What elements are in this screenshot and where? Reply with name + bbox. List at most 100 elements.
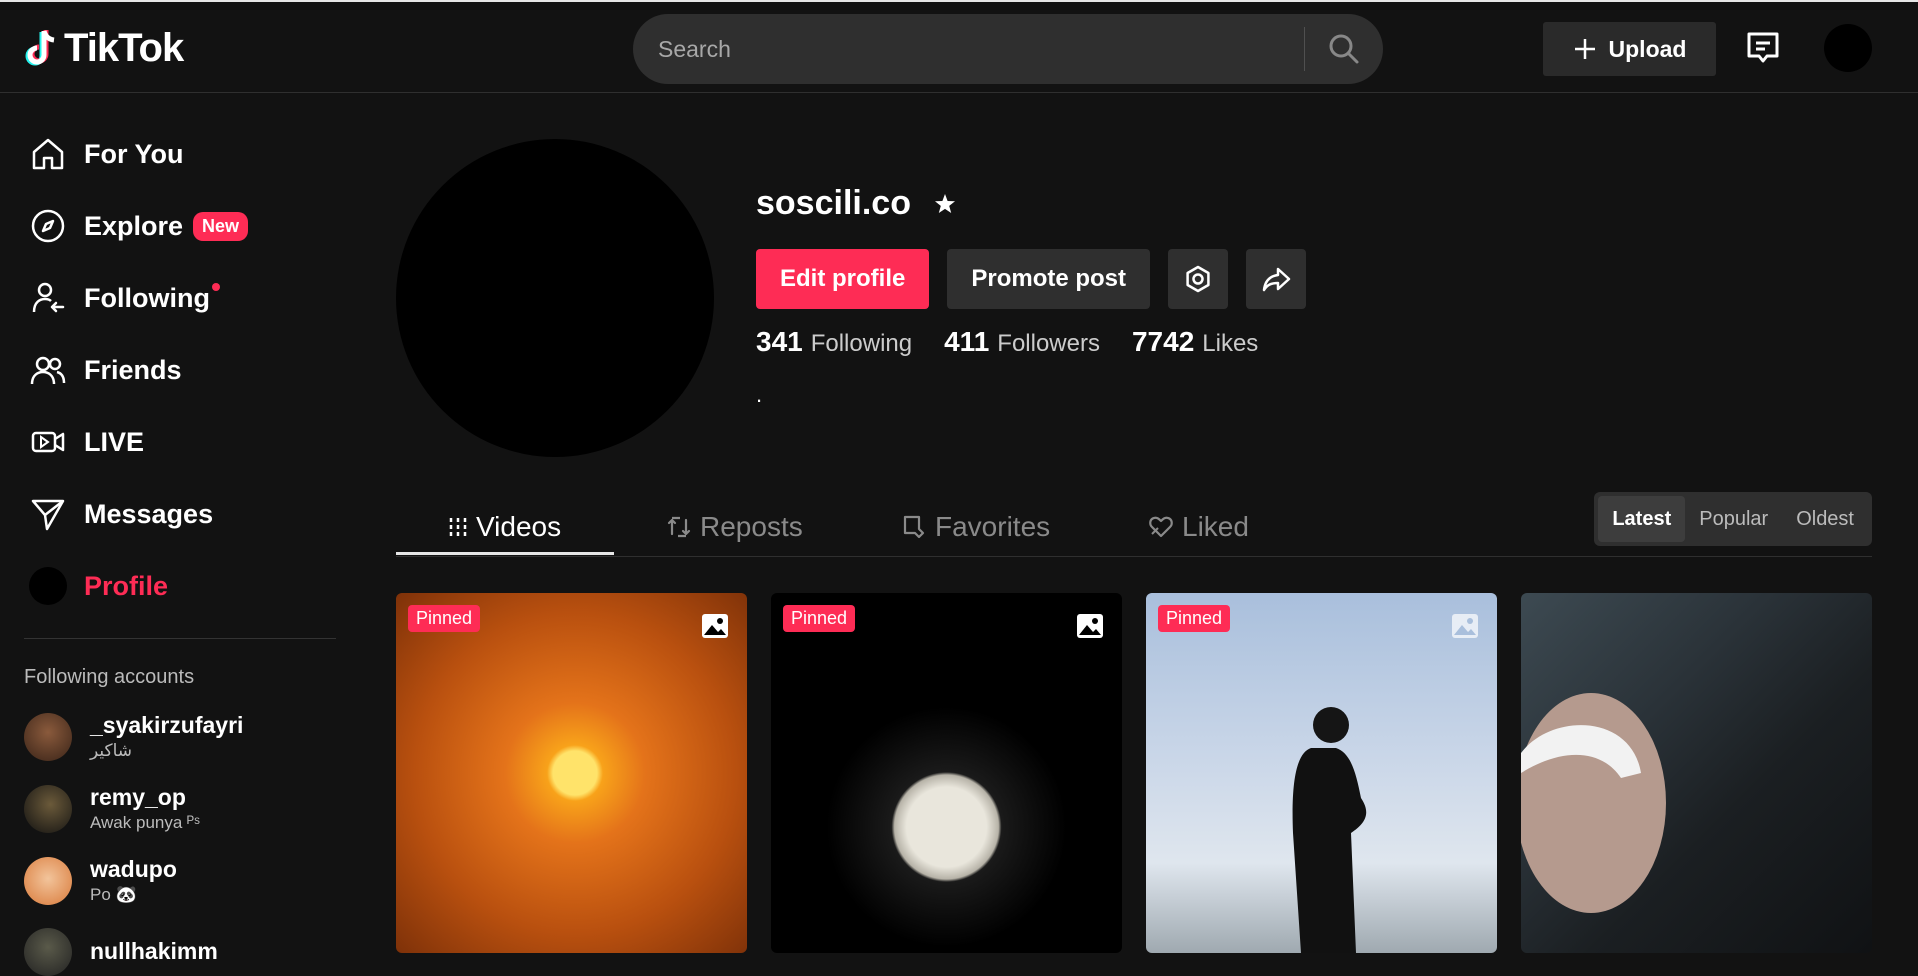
- person-silhouette: [1292, 707, 1367, 953]
- notification-dot: [211, 282, 220, 291]
- sidebar-item-friends[interactable]: Friends: [28, 350, 182, 390]
- user-avatar[interactable]: [1824, 24, 1872, 72]
- pinned-badge: Pinned: [1158, 605, 1231, 632]
- profile-tabs: Videos Reposts Favorites Liked Latest Po…: [396, 492, 1872, 557]
- repost-icon: [667, 516, 691, 538]
- sidebar-item-label: Profile: [84, 570, 169, 601]
- compass-icon: [31, 209, 65, 243]
- inbox-button[interactable]: [1745, 30, 1781, 71]
- home-icon: [32, 138, 64, 170]
- followers-stat[interactable]: 411 Followers: [944, 326, 1100, 358]
- sidebar-item-profile[interactable]: Profile: [28, 566, 168, 606]
- sort-popular[interactable]: Popular: [1685, 496, 1782, 542]
- search-bar: [633, 14, 1383, 84]
- star-icon[interactable]: [933, 192, 957, 216]
- search-icon: [1329, 34, 1359, 64]
- stat-value: 411: [944, 326, 990, 357]
- sidebar-item-messages[interactable]: Messages: [28, 494, 213, 534]
- video-card[interactable]: Pinned: [396, 593, 747, 953]
- following-account[interactable]: wadupo Po 🐼: [24, 856, 177, 905]
- promote-post-button[interactable]: Promote post: [947, 249, 1151, 309]
- video-card[interactable]: [1521, 593, 1872, 953]
- tab-videos[interactable]: Videos: [448, 498, 561, 556]
- search-input[interactable]: [633, 35, 1304, 63]
- pinned-badge: Pinned: [408, 605, 481, 632]
- tiktok-logo[interactable]: TikTok: [22, 26, 184, 71]
- plus-icon: [1574, 39, 1595, 59]
- avatar: [24, 712, 72, 761]
- sidebar-item-for-you[interactable]: For You: [28, 134, 184, 174]
- profile-bio: .: [756, 382, 763, 407]
- photo-icon: [1452, 614, 1478, 638]
- sidebar-item-following[interactable]: Following: [28, 278, 220, 318]
- tab-label: Favorites: [935, 511, 1051, 542]
- edit-profile-button[interactable]: Edit profile: [756, 249, 930, 309]
- share-icon: [1262, 267, 1291, 292]
- sidebar-item-label: For You: [84, 138, 184, 169]
- active-tab-indicator: [396, 552, 614, 555]
- bookmark-icon: [903, 515, 925, 539]
- top-bar: TikTok Upload: [0, 0, 1918, 93]
- sort-oldest[interactable]: Oldest: [1782, 496, 1868, 542]
- sidebar-item-label: Following: [84, 282, 220, 314]
- inbox-icon: [1747, 32, 1779, 63]
- following-icon: [32, 282, 65, 313]
- sidebar-item-label: Explore: [84, 210, 184, 241]
- upload-button[interactable]: Upload: [1543, 22, 1716, 76]
- video-card[interactable]: Pinned: [771, 593, 1122, 953]
- tab-favorites[interactable]: Favorites: [901, 498, 1050, 556]
- sidebar-item-explore[interactable]: For You Explore New: [28, 206, 249, 246]
- account-name: remy_op: [90, 784, 186, 810]
- photo-icon: [702, 614, 728, 638]
- sort-latest[interactable]: Latest: [1598, 496, 1686, 542]
- account-nickname: Awak punya ᴾˢ: [90, 813, 200, 832]
- account-name: wadupo: [90, 856, 177, 882]
- video-card[interactable]: Pinned: [1146, 593, 1497, 953]
- profile-username: soscili.co: [756, 184, 957, 223]
- account-name: nullhakimm: [90, 937, 218, 964]
- stat-label: Likes: [1202, 330, 1259, 357]
- tab-reposts[interactable]: Reposts: [666, 498, 803, 556]
- tab-label: Reposts: [700, 511, 803, 542]
- stat-value: 7742: [1131, 326, 1195, 357]
- search-button[interactable]: [1305, 14, 1383, 84]
- messages-icon: [31, 499, 65, 531]
- following-account[interactable]: remy_op Awak punya ᴾˢ: [24, 784, 200, 833]
- settings-button[interactable]: [1168, 249, 1229, 309]
- avatar: [24, 784, 72, 833]
- heart-icon: [1149, 516, 1173, 538]
- pinned-badge: Pinned: [783, 605, 856, 632]
- sidebar-item-label: LIVE: [84, 426, 145, 457]
- photo-icon: [1077, 614, 1103, 638]
- face-thumbnail: [1521, 693, 1666, 913]
- avatar: [24, 856, 72, 905]
- likes-stat: 7742 Likes: [1132, 326, 1258, 358]
- username-text: soscili.co: [756, 184, 911, 222]
- following-stat[interactable]: 341 Following: [756, 326, 912, 358]
- following-account[interactable]: nullhakimm: [24, 928, 218, 976]
- profile-avatar-large[interactable]: [396, 139, 714, 457]
- profile-stats: 341 Following 411 Followers 7742 Likes: [756, 326, 1258, 358]
- video-grid: Pinned Pinned Pinned: [396, 593, 1872, 953]
- following-accounts-heading: Following accounts: [24, 666, 195, 688]
- account-nickname: Po 🐼: [90, 885, 137, 904]
- gear-icon: [1186, 265, 1210, 293]
- sidebar-item-label: Messages: [84, 498, 214, 529]
- tab-liked[interactable]: Liked: [1148, 498, 1249, 556]
- stat-label: Followers: [997, 330, 1100, 357]
- logo-text: TikTok: [64, 26, 184, 70]
- live-icon: [31, 431, 65, 453]
- avatar: [24, 928, 72, 976]
- tab-label: Liked: [1182, 511, 1249, 542]
- grid-icon: [449, 518, 467, 536]
- new-badge: New: [193, 211, 249, 241]
- sidebar-item-live[interactable]: LIVE: [28, 422, 144, 462]
- sidebar-divider: [24, 638, 336, 639]
- stat-value: 341: [756, 326, 803, 357]
- tab-label: Videos: [476, 511, 562, 542]
- share-button[interactable]: [1246, 249, 1307, 309]
- account-nickname: شاكير: [90, 741, 133, 760]
- following-label-text: Following: [84, 282, 210, 313]
- following-account[interactable]: _syakirzufayri شاكير: [24, 712, 243, 761]
- sidebar: For You For You Explore New Following Fr…: [0, 94, 340, 976]
